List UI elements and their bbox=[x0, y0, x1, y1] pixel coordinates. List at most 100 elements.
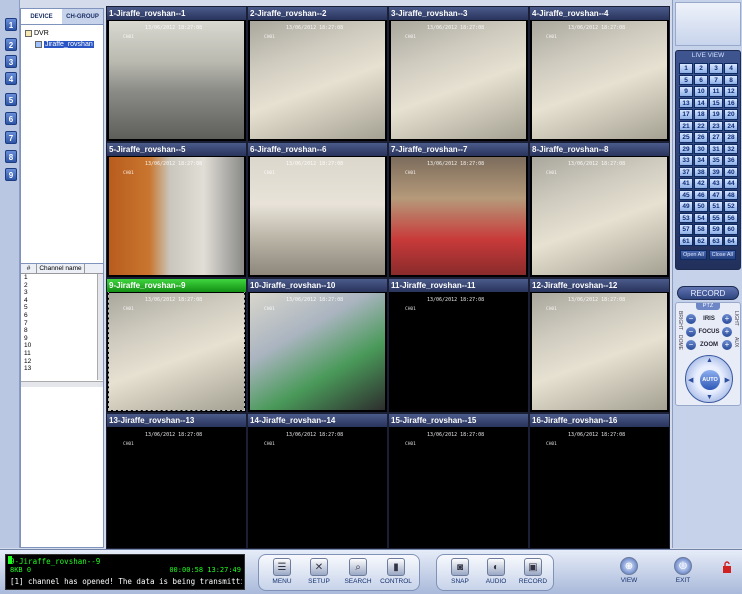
focus-plus-button[interactable]: + bbox=[722, 327, 732, 337]
live-view-channel-button[interactable]: 53 bbox=[679, 212, 693, 223]
setup-button[interactable]: ✕ SETUP bbox=[302, 557, 336, 590]
zoom-plus-button[interactable]: + bbox=[722, 340, 732, 350]
menu-button[interactable]: ☰ MENU bbox=[265, 557, 299, 590]
camera-view[interactable]: 1-Jiraffe_rovshan--1 13/06/2012 18:27:08 C… bbox=[107, 7, 246, 141]
live-view-channel-button[interactable]: 10 bbox=[694, 86, 708, 97]
live-view-channel-button[interactable]: 17 bbox=[679, 109, 693, 120]
live-view-channel-button[interactable]: 46 bbox=[694, 189, 708, 200]
live-view-channel-button[interactable]: 33 bbox=[679, 155, 693, 166]
iris-plus-button[interactable]: + bbox=[721, 314, 732, 324]
live-view-channel-button[interactable]: 19 bbox=[709, 109, 723, 120]
channel-row[interactable]: 11 bbox=[24, 350, 103, 358]
live-view-channel-button[interactable]: 13 bbox=[679, 97, 693, 108]
channel-row[interactable]: 2 bbox=[24, 282, 103, 290]
live-view-channel-button[interactable]: 43 bbox=[709, 178, 723, 189]
live-view-channel-button[interactable]: 35 bbox=[709, 155, 723, 166]
camera-view[interactable]: 16-Jiraffe_rovshan--16 13/06/2012 18:27:0… bbox=[530, 414, 669, 548]
col-number[interactable]: # bbox=[21, 264, 37, 273]
tab-device[interactable]: DEVICE bbox=[21, 9, 62, 24]
live-view-channel-button[interactable]: 23 bbox=[709, 120, 723, 131]
audio-button[interactable]: ◐ AUDIO bbox=[479, 557, 513, 590]
live-view-channel-button[interactable]: 31 bbox=[709, 143, 723, 154]
live-view-channel-button[interactable]: 16 bbox=[724, 97, 738, 108]
live-view-channel-button[interactable]: 55 bbox=[709, 212, 723, 223]
live-view-channel-button[interactable]: 52 bbox=[724, 201, 738, 212]
live-view-channel-button[interactable]: 14 bbox=[694, 97, 708, 108]
exit-button[interactable]: ⏻ EXIT bbox=[666, 556, 700, 589]
live-view-channel-button[interactable]: 25 bbox=[679, 132, 693, 143]
live-view-channel-button[interactable]: 32 bbox=[724, 143, 738, 154]
tab-ch-group[interactable]: CH-GROUP bbox=[62, 9, 103, 24]
layout-3-button[interactable]: 3 bbox=[5, 55, 17, 68]
live-view-channel-button[interactable]: 56 bbox=[724, 212, 738, 223]
channel-list-scrollbar[interactable] bbox=[97, 274, 103, 380]
channel-row[interactable]: 9 bbox=[24, 335, 103, 343]
tree-item-dvr[interactable]: DVR bbox=[25, 28, 99, 39]
live-view-channel-button[interactable]: 5 bbox=[679, 74, 693, 85]
layout-1-button[interactable]: 1 bbox=[5, 18, 17, 31]
channel-row[interactable]: 3 bbox=[24, 289, 103, 297]
channel-row[interactable]: 5 bbox=[24, 304, 103, 312]
control-button[interactable]: ▮ CONTROL bbox=[379, 557, 413, 590]
layout-4-button[interactable]: 4 bbox=[5, 72, 17, 85]
channel-row[interactable]: 13 bbox=[24, 365, 103, 373]
layout-7-button[interactable]: 7 bbox=[5, 131, 17, 144]
layout-6-button[interactable]: 6 bbox=[5, 112, 17, 125]
channel-row[interactable]: 6 bbox=[24, 312, 103, 320]
live-view-channel-button[interactable]: 21 bbox=[679, 120, 693, 131]
view-button[interactable]: ⊕ VIEW bbox=[612, 556, 646, 589]
live-view-channel-button[interactable]: 28 bbox=[724, 132, 738, 143]
live-view-channel-button[interactable]: 47 bbox=[709, 189, 723, 200]
live-view-channel-button[interactable]: 27 bbox=[709, 132, 723, 143]
live-view-channel-button[interactable]: 45 bbox=[679, 189, 693, 200]
live-view-channel-button[interactable]: 58 bbox=[694, 224, 708, 235]
zoom-minus-button[interactable]: − bbox=[686, 340, 696, 350]
live-view-channel-button[interactable]: 42 bbox=[694, 178, 708, 189]
live-view-channel-button[interactable]: 57 bbox=[679, 224, 693, 235]
layout-5-button[interactable]: 5 bbox=[5, 93, 17, 106]
live-view-channel-button[interactable]: 41 bbox=[679, 178, 693, 189]
lock-icon[interactable] bbox=[722, 561, 732, 573]
layout-2-button[interactable]: 2 bbox=[5, 38, 17, 51]
channel-row[interactable]: 8 bbox=[24, 327, 103, 335]
layout-9-button[interactable]: 9 bbox=[5, 168, 17, 181]
camera-view[interactable]: 13-Jiraffe_rovshan--13 13/06/2012 18:27:0… bbox=[107, 414, 246, 548]
camera-view[interactable]: 6-Jiraffe_rovshan--6 13/06/2012 18:27:08 C… bbox=[248, 142, 387, 277]
live-view-channel-button[interactable]: 9 bbox=[679, 86, 693, 97]
live-view-channel-button[interactable]: 24 bbox=[724, 120, 738, 131]
search-button[interactable]: ⌕ SEARCH bbox=[341, 557, 375, 590]
camera-view[interactable]: 14-Jiraffe_rovshan--14 13/06/2012 18:27:0… bbox=[248, 414, 387, 548]
live-view-channel-button[interactable]: 36 bbox=[724, 155, 738, 166]
live-view-channel-button[interactable]: 15 bbox=[709, 97, 723, 108]
channel-row[interactable]: 7 bbox=[24, 320, 103, 328]
record-header-button[interactable]: RECORD bbox=[677, 286, 739, 300]
camera-view[interactable]: 11-Jiraffe_rovshan--11 13/06/2012 18:27:0… bbox=[389, 278, 528, 413]
live-view-channel-button[interactable]: 22 bbox=[694, 120, 708, 131]
live-view-channel-button[interactable]: 59 bbox=[709, 224, 723, 235]
record-button[interactable]: ▣ RECORD bbox=[516, 557, 550, 590]
close-all-button[interactable]: Close All bbox=[708, 250, 736, 260]
camera-view[interactable]: 3-Jiraffe_rovshan--3 13/06/2012 18:27:08 C… bbox=[389, 7, 528, 141]
live-view-channel-button[interactable]: 64 bbox=[724, 235, 738, 246]
snap-button[interactable]: ◙ SNAP bbox=[443, 557, 477, 590]
live-view-channel-button[interactable]: 44 bbox=[724, 178, 738, 189]
camera-view[interactable]: 15-Jiraffe_rovshan--15 13/06/2012 18:27:0… bbox=[389, 414, 528, 548]
live-view-channel-button[interactable]: 50 bbox=[694, 201, 708, 212]
live-view-channel-button[interactable]: 48 bbox=[724, 189, 738, 200]
live-view-channel-button[interactable]: 63 bbox=[709, 235, 723, 246]
focus-minus-button[interactable]: − bbox=[686, 327, 696, 337]
live-view-channel-button[interactable]: 6 bbox=[694, 74, 708, 85]
tree-item-device[interactable]: Jiraffe_rovshan bbox=[25, 39, 99, 50]
live-view-channel-button[interactable]: 20 bbox=[724, 109, 738, 120]
live-view-channel-button[interactable]: 29 bbox=[679, 143, 693, 154]
iris-minus-button[interactable]: − bbox=[686, 314, 696, 324]
live-view-channel-button[interactable]: 37 bbox=[679, 166, 693, 177]
camera-view[interactable]: 8-Jiraffe_rovshan--8 13/06/2012 18:27:08 C… bbox=[530, 142, 669, 277]
layout-8-button[interactable]: 8 bbox=[5, 150, 17, 163]
channel-row[interactable]: 10 bbox=[24, 342, 103, 350]
live-view-channel-button[interactable]: 61 bbox=[679, 235, 693, 246]
arrow-down-icon[interactable]: ▼ bbox=[706, 394, 713, 401]
camera-view[interactable]: 10-Jiraffe_rovshan--10 13/06/2012 18:27:0… bbox=[248, 278, 387, 413]
arrow-up-icon[interactable]: ▲ bbox=[706, 357, 713, 364]
live-view-channel-button[interactable]: 38 bbox=[694, 166, 708, 177]
